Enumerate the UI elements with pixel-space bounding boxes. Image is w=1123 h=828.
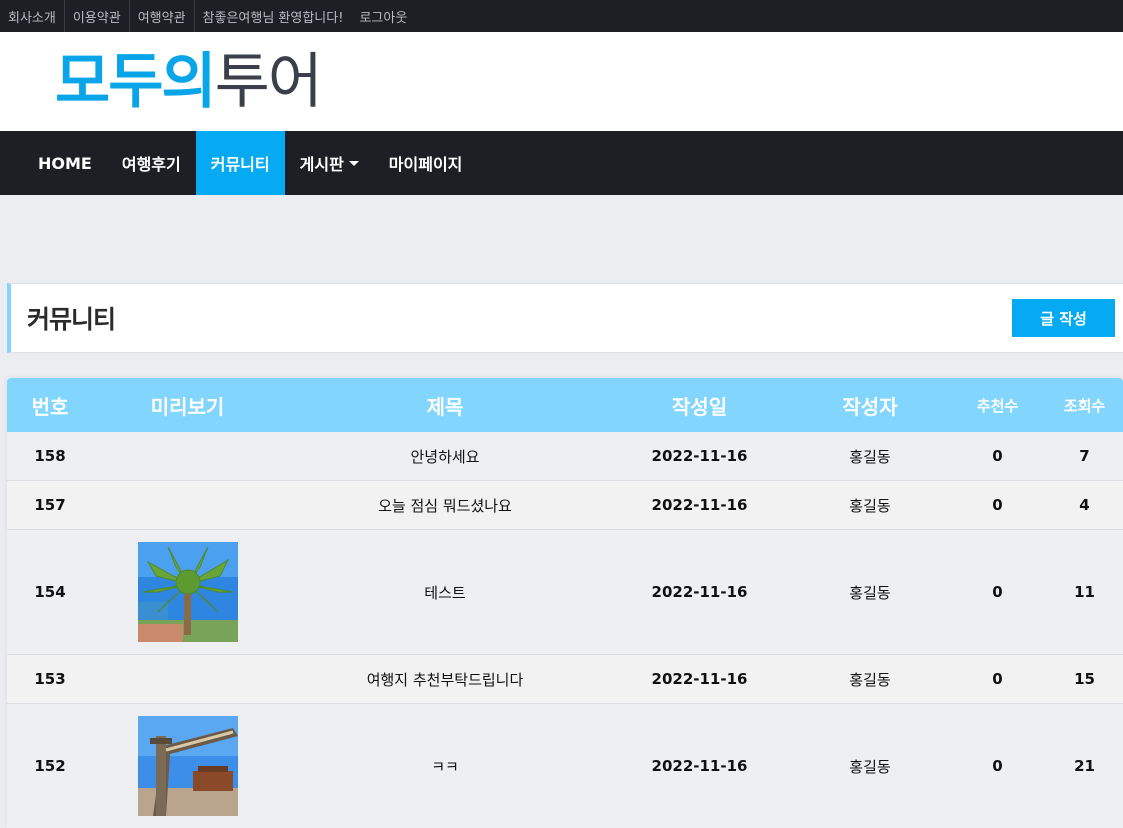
row-title[interactable]: 오늘 점심 뭐드셨나요 <box>282 495 608 516</box>
row-preview <box>93 716 282 816</box>
logo-part-1: 모두의 <box>55 46 217 117</box>
row-writer: 홍길동 <box>849 447 891 466</box>
table-row[interactable]: 153 여행지 추천부탁드립니다 2022-11-16 홍길동 0 15 <box>7 655 1123 704</box>
travel-terms-link[interactable]: 여행약관 <box>130 0 195 32</box>
table-row[interactable]: 154 테스트 2022-11-16 홍길동 0 11 <box>7 530 1123 655</box>
welcome-text: 참좋은여행님 환영합니다! <box>202 10 344 26</box>
page-title-bar: 커뮤니티 글 작성 <box>7 283 1123 353</box>
row-title[interactable]: ㅋㅋ <box>282 756 608 777</box>
row-recommend: 0 <box>992 670 1003 688</box>
table-row[interactable]: 158 안녕하세요 2022-11-16 홍길동 0 7 <box>7 432 1123 481</box>
row-title[interactable]: 안녕하세요 <box>282 446 608 467</box>
row-num: 152 <box>34 757 66 775</box>
nav-board-label: 게시판 <box>299 155 344 174</box>
palm-tree-thumbnail[interactable] <box>137 542 238 642</box>
header-title: 제목 <box>426 394 464 419</box>
row-writer: 홍길동 <box>849 757 891 776</box>
gate-thumbnail[interactable] <box>137 716 238 816</box>
community-board-table: 번호 미리보기 제목 작성일 작성자 추천수 조회수 158 안녕하세요 202… <box>7 378 1123 828</box>
terms-link[interactable]: 이용약관 <box>65 0 130 32</box>
row-views: 7 <box>1079 447 1090 465</box>
row-title[interactable]: 여행지 추천부탁드립니다 <box>282 669 608 690</box>
row-recommend: 0 <box>992 757 1003 775</box>
row-views: 21 <box>1074 757 1095 775</box>
row-views: 4 <box>1079 496 1090 514</box>
header-num: 번호 <box>31 394 69 419</box>
company-intro-link[interactable]: 회사소개 <box>8 0 65 32</box>
row-date: 2022-11-16 <box>651 757 748 775</box>
row-title[interactable]: 테스트 <box>282 582 608 603</box>
row-recommend: 0 <box>992 447 1003 465</box>
row-recommend: 0 <box>992 496 1003 514</box>
nav-community[interactable]: 커뮤니티 <box>195 131 285 195</box>
row-num: 157 <box>34 496 66 514</box>
nav-board[interactable]: 게시판 <box>285 131 374 195</box>
page-title: 커뮤니티 <box>27 305 116 334</box>
header-writer: 작성자 <box>842 394 898 419</box>
table-row[interactable]: 157 오늘 점심 뭐드셨나요 2022-11-16 홍길동 0 4 <box>7 481 1123 530</box>
row-views: 15 <box>1074 670 1095 688</box>
row-writer: 홍길동 <box>849 583 891 602</box>
nav-mypage[interactable]: 마이페이지 <box>374 131 478 195</box>
chevron-down-icon <box>348 160 359 166</box>
nav-reviews[interactable]: 여행후기 <box>107 131 196 195</box>
top-utility-bar: 회사소개 이용약관 여행약관 참좋은여행님 환영합니다! 로그아웃 <box>0 0 1123 32</box>
row-num: 154 <box>34 583 66 601</box>
logout-link[interactable]: 로그아웃 <box>351 0 415 32</box>
header-recommend: 추천수 <box>976 396 1019 415</box>
row-num: 158 <box>34 447 66 465</box>
row-date: 2022-11-16 <box>651 583 748 601</box>
write-post-button[interactable]: 글 작성 <box>1012 299 1115 337</box>
nav-home[interactable]: HOME <box>23 131 107 195</box>
row-date: 2022-11-16 <box>651 496 748 514</box>
row-recommend: 0 <box>992 583 1003 601</box>
row-writer: 홍길동 <box>849 670 891 689</box>
row-num: 153 <box>34 670 66 688</box>
row-writer: 홍길동 <box>849 496 891 515</box>
table-row[interactable]: 152 ㅋㅋ 2022-11-16 홍길동 0 21 <box>7 704 1123 828</box>
row-date: 2022-11-16 <box>651 447 748 465</box>
table-header: 번호 미리보기 제목 작성일 작성자 추천수 조회수 <box>7 378 1123 432</box>
row-views: 11 <box>1074 583 1095 601</box>
header-date: 작성일 <box>671 394 728 419</box>
header-preview: 미리보기 <box>150 394 225 419</box>
site-logo[interactable]: 모두의투어 <box>55 52 323 112</box>
row-date: 2022-11-16 <box>651 670 748 688</box>
header-views: 조회수 <box>1063 396 1106 415</box>
logo-part-2: 투어 <box>214 46 323 117</box>
main-nav: HOME 여행후기 커뮤니티 게시판 마이페이지 <box>0 131 1123 195</box>
site-header: 모두의투어 <box>0 32 1123 131</box>
row-preview <box>93 542 282 642</box>
